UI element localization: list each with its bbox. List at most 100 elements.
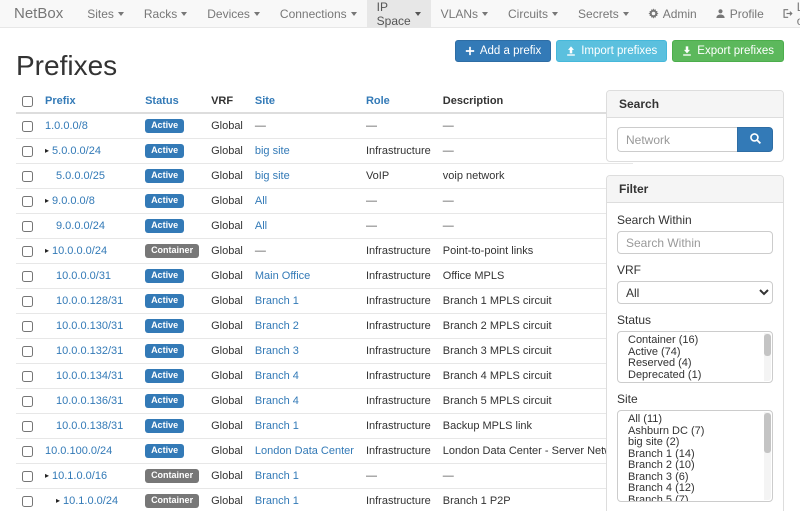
row-checkbox[interactable] — [22, 146, 33, 157]
row-checkbox[interactable] — [22, 471, 33, 482]
status-badge[interactable]: Active — [145, 419, 184, 433]
prefix-link[interactable]: 10.0.0.128/31 — [56, 295, 123, 307]
status-badge[interactable]: Active — [145, 219, 184, 233]
nav-item-connections[interactable]: Connections — [270, 0, 367, 27]
site-link[interactable]: Branch 1 — [255, 420, 299, 432]
status-badge[interactable]: Active — [145, 169, 184, 183]
nav-item-sites[interactable]: Sites — [77, 0, 134, 27]
row-checkbox[interactable] — [22, 221, 33, 232]
row-checkbox[interactable] — [22, 271, 33, 282]
row-checkbox[interactable] — [22, 496, 33, 507]
status-badge[interactable]: Active — [145, 319, 184, 333]
nav-item-profile[interactable]: Profile — [706, 0, 773, 27]
vrf-cell: Global — [205, 139, 249, 164]
import-prefixes-button[interactable]: Import prefixes — [556, 40, 667, 62]
listbox-option[interactable]: Reserved (4) — [618, 358, 772, 370]
role-cell: — — [360, 214, 437, 239]
nav-item-admin[interactable]: Admin — [639, 0, 706, 27]
row-checkbox[interactable] — [22, 196, 33, 207]
site-link[interactable]: Branch 4 — [255, 370, 299, 382]
prefix-link[interactable]: 10.0.0.0/24 — [52, 245, 107, 257]
status-badge[interactable]: Container — [145, 244, 199, 258]
column-header-status[interactable]: Status — [139, 90, 205, 113]
nav-item-devices[interactable]: Devices — [197, 0, 270, 27]
status-badge[interactable]: Active — [145, 119, 184, 133]
status-badge[interactable]: Active — [145, 394, 184, 408]
nav-item-ip-space[interactable]: IP Space — [367, 0, 431, 27]
row-checkbox[interactable] — [22, 246, 33, 257]
column-header-site[interactable]: Site — [249, 90, 360, 113]
row-checkbox[interactable] — [22, 121, 33, 132]
prefix-link[interactable]: 10.0.0.0/31 — [56, 270, 111, 282]
scrollbar-thumb[interactable] — [764, 413, 771, 453]
site-link[interactable]: Branch 3 — [255, 345, 299, 357]
column-header-prefix[interactable]: Prefix — [39, 90, 139, 113]
status-badge[interactable]: Container — [145, 469, 199, 483]
prefix-link[interactable]: 10.0.0.130/31 — [56, 320, 123, 332]
column-header-role[interactable]: Role — [360, 90, 437, 113]
site-link[interactable]: Main Office — [255, 270, 310, 282]
prefix-link[interactable]: 10.1.0.0/16 — [52, 470, 107, 482]
row-checkbox[interactable] — [22, 396, 33, 407]
status-badge[interactable]: Active — [145, 294, 184, 308]
prefix-link[interactable]: 9.0.0.0/8 — [52, 195, 95, 207]
nav-item-secrets[interactable]: Secrets — [568, 0, 639, 27]
prefix-link[interactable]: 1.0.0.0/8 — [45, 120, 88, 132]
row-checkbox[interactable] — [22, 421, 33, 432]
select-all-checkbox[interactable] — [22, 96, 33, 107]
listbox-option[interactable]: Deprecated (1) — [618, 370, 772, 382]
site-link[interactable]: big site — [255, 170, 290, 182]
row-checkbox[interactable] — [22, 321, 33, 332]
site-link[interactable]: Branch 1 — [255, 470, 299, 482]
listbox-option[interactable]: big site (2) — [618, 437, 772, 449]
site-link[interactable]: Branch 4 — [255, 395, 299, 407]
status-badge[interactable]: Active — [145, 444, 184, 458]
status-badge[interactable]: Active — [145, 194, 184, 208]
site-link[interactable]: Branch 2 — [255, 320, 299, 332]
prefix-link[interactable]: 10.0.0.134/31 — [56, 370, 123, 382]
row-checkbox[interactable] — [22, 296, 33, 307]
export-prefixes-button[interactable]: Export prefixes — [672, 40, 784, 62]
prefix-link[interactable]: 10.1.0.0/24 — [63, 495, 118, 507]
status-badge[interactable]: Active — [145, 144, 184, 158]
prefix-link[interactable]: 5.0.0.0/25 — [56, 170, 105, 182]
listbox-option[interactable]: Container (16) — [618, 335, 772, 347]
scrollbar-thumb[interactable] — [764, 334, 771, 356]
status-badge[interactable]: Active — [145, 344, 184, 358]
site-link[interactable]: Branch 1 — [255, 295, 299, 307]
listbox-option[interactable]: All (11) — [618, 414, 772, 426]
nav-item-log-out[interactable]: Log out — [773, 0, 800, 27]
prefix-link[interactable]: 10.0.0.138/31 — [56, 420, 123, 432]
listbox-option[interactable]: Branch 4 (12) — [618, 483, 772, 495]
prefix-link[interactable]: 5.0.0.0/24 — [52, 145, 101, 157]
scrollbar-track[interactable] — [764, 333, 771, 381]
listbox-option[interactable]: Branch 2 (10) — [618, 460, 772, 472]
status-badge[interactable]: Active — [145, 269, 184, 283]
prefix-link[interactable]: 10.0.0.136/31 — [56, 395, 123, 407]
site-link[interactable]: Branch 1 — [255, 495, 299, 507]
site-link[interactable]: All — [255, 195, 267, 207]
prefix-link[interactable]: 9.0.0.0/24 — [56, 220, 105, 232]
site-link[interactable]: London Data Center — [255, 445, 354, 457]
vrf-select[interactable]: All — [617, 281, 773, 304]
row-checkbox[interactable] — [22, 446, 33, 457]
search-within-input[interactable] — [617, 231, 773, 254]
status-badge[interactable]: Container — [145, 494, 199, 508]
nav-item-racks[interactable]: Racks — [134, 0, 197, 27]
listbox-option[interactable]: Branch 5 (7) — [618, 495, 772, 503]
netbox-brand[interactable]: NetBox — [14, 0, 63, 27]
scrollbar-track[interactable] — [764, 412, 771, 500]
nav-item-circuits[interactable]: Circuits — [498, 0, 568, 27]
add-prefix-button[interactable]: Add a prefix — [455, 40, 551, 62]
prefix-link[interactable]: 10.0.0.132/31 — [56, 345, 123, 357]
prefix-link[interactable]: 10.0.100.0/24 — [45, 445, 112, 457]
status-badge[interactable]: Active — [145, 369, 184, 383]
site-link[interactable]: big site — [255, 145, 290, 157]
nav-item-vlans[interactable]: VLANs — [431, 0, 498, 27]
search-input[interactable] — [617, 127, 737, 152]
search-button[interactable] — [737, 127, 773, 152]
row-checkbox[interactable] — [22, 371, 33, 382]
row-checkbox[interactable] — [22, 346, 33, 357]
row-checkbox[interactable] — [22, 171, 33, 182]
site-link[interactable]: All — [255, 220, 267, 232]
